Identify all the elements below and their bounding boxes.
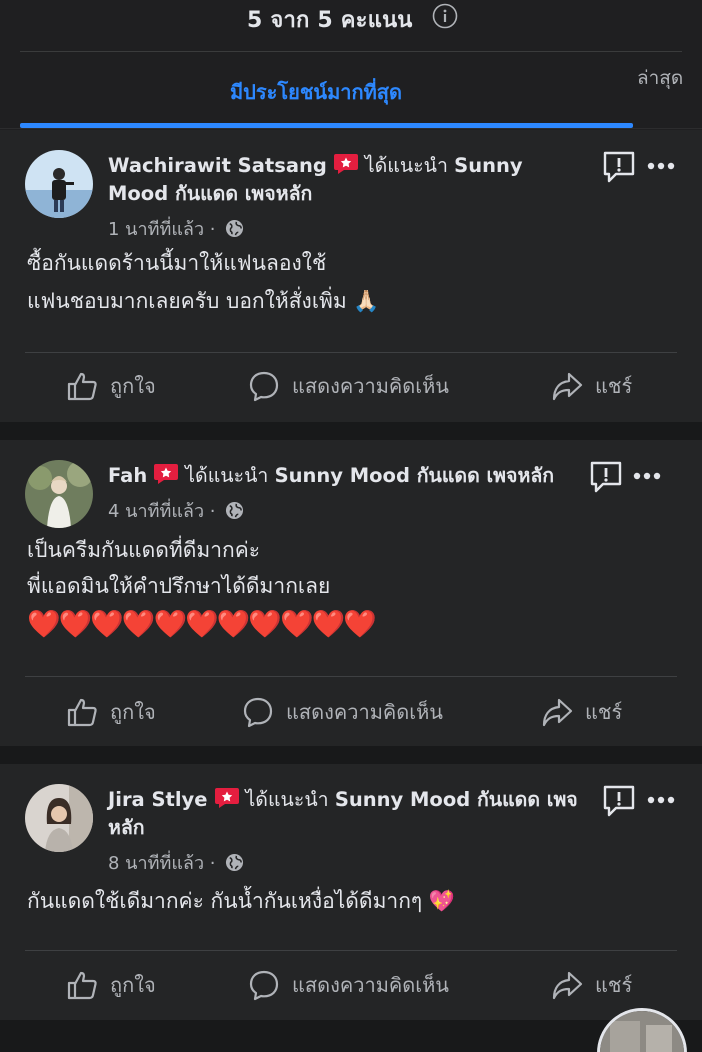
like-button[interactable]: ถูกใจ	[66, 969, 156, 1001]
share-icon	[552, 971, 583, 1000]
review-card: Wachirawit Satsang ได้แนะนำ Sunny Mood กั…	[0, 130, 702, 422]
share-label: แชร์	[595, 973, 633, 997]
globe-icon	[226, 501, 244, 520]
review-hearts: ❤️❤️❤️❤️❤️❤️❤️❤️❤️❤️❤️	[27, 609, 377, 640]
review-meta: 4 นาทีที่แล้ว ·	[108, 496, 244, 525]
avatar[interactable]	[25, 784, 93, 852]
review-time[interactable]: 1 นาทีที่แล้ว ·	[108, 219, 221, 240]
card-separator	[0, 422, 702, 440]
share-label: แชร์	[595, 374, 633, 398]
comment-label: แสดงความคิดเห็น	[292, 973, 449, 997]
tab-latest[interactable]: ล่าสุด	[637, 64, 685, 92]
divider	[25, 352, 677, 353]
info-icon[interactable]	[432, 3, 458, 29]
globe-icon	[226, 853, 244, 872]
like-label: ถูกใจ	[110, 374, 156, 398]
comment-icon	[243, 697, 273, 728]
review-tabs: มีประโยชน์มากที่สุด ล่าสุด	[0, 52, 702, 130]
share-label: แชร์	[585, 700, 623, 724]
globe-icon	[226, 219, 244, 238]
review-time[interactable]: 4 นาทีที่แล้ว ·	[108, 501, 221, 522]
comment-button[interactable]: แสดงความคิดเห็น	[248, 370, 449, 402]
recommend-badge-icon	[154, 464, 179, 484]
page-name[interactable]: Sunny Mood กันแดด เพจหลัก	[275, 464, 555, 487]
comment-label: แสดงความคิดเห็น	[286, 700, 443, 724]
recommend-text: ได้แนะนำ	[364, 154, 448, 177]
rating-summary: 5 จาก 5 คะแนน	[247, 8, 413, 33]
reviewer-name[interactable]: Wachirawit Satsang	[108, 154, 327, 177]
comment-icon	[249, 371, 279, 402]
more-options-icon[interactable]	[646, 795, 676, 805]
thumbs-up-icon	[67, 372, 97, 401]
recommend-badge-icon	[214, 788, 239, 808]
review-header: Wachirawit Satsang ได้แนะนำ Sunny Mood กั…	[108, 152, 578, 208]
card-separator	[0, 746, 702, 764]
reviewer-name[interactable]: Jira Stlye	[108, 788, 208, 811]
divider	[25, 950, 677, 951]
report-icon[interactable]	[589, 460, 623, 494]
review-text: ซื้อกันแดดร้านนี้มาให้แฟนลองใช้ แฟนชอบมา…	[27, 251, 380, 313]
tab-most-relevant[interactable]: มีประโยชน์มากที่สุด	[230, 76, 402, 108]
comment-button[interactable]: แสดงความคิดเห็น	[242, 696, 443, 728]
rating-header: 5 จาก 5 คะแนน	[0, 0, 702, 52]
like-label: ถูกใจ	[110, 700, 156, 724]
review-header: Jira Stlye ได้แนะนำ Sunny Mood กันแดด เพจ…	[108, 786, 578, 842]
recommend-badge-icon	[333, 154, 358, 174]
divider	[25, 676, 677, 677]
like-label: ถูกใจ	[110, 973, 156, 997]
thumbs-up-icon	[67, 698, 97, 727]
thumbs-up-icon	[67, 971, 97, 1000]
review-text: กันแดดใช้เดีมากค่ะ กันน้ำกันเหงื่อได้ดีม…	[27, 889, 456, 913]
reviewer-name[interactable]: Fah	[108, 464, 147, 487]
like-button[interactable]: ถูกใจ	[66, 370, 156, 402]
share-button[interactable]: แชร์	[541, 696, 622, 728]
review-header: Fah ได้แนะนำ Sunny Mood กันแดด เพจหลัก	[108, 462, 588, 490]
share-button[interactable]: แชร์	[551, 969, 632, 1001]
avatar[interactable]	[25, 460, 93, 528]
comment-label: แสดงความคิดเห็น	[292, 374, 449, 398]
recommend-text: ได้แนะนำ	[245, 788, 329, 811]
share-icon	[552, 372, 583, 401]
review-text: เป็นครีมกันแดดที่ดีมากค่ะ พี่แอดมินให้คำ…	[27, 538, 331, 598]
comment-button[interactable]: แสดงความคิดเห็น	[248, 969, 449, 1001]
more-options-icon[interactable]	[632, 471, 662, 481]
comment-icon	[249, 970, 279, 1001]
review-meta: 1 นาทีที่แล้ว ·	[108, 214, 244, 243]
share-icon	[542, 698, 573, 727]
more-options-icon[interactable]	[646, 161, 676, 171]
review-card: Fah ได้แนะนำ Sunny Mood กันแดด เพจหลัก 4 …	[0, 440, 702, 746]
avatar[interactable]	[25, 150, 93, 218]
divider	[0, 128, 702, 129]
review-meta: 8 นาทีที่แล้ว ·	[108, 848, 244, 877]
like-button[interactable]: ถูกใจ	[66, 696, 156, 728]
report-icon[interactable]	[602, 784, 636, 818]
report-icon[interactable]	[602, 150, 636, 184]
review-card: Jira Stlye ได้แนะนำ Sunny Mood กันแดด เพจ…	[0, 764, 702, 1020]
share-button[interactable]: แชร์	[551, 370, 632, 402]
review-time[interactable]: 8 นาทีที่แล้ว ·	[108, 853, 221, 874]
recommend-text: ได้แนะนำ	[185, 464, 269, 487]
